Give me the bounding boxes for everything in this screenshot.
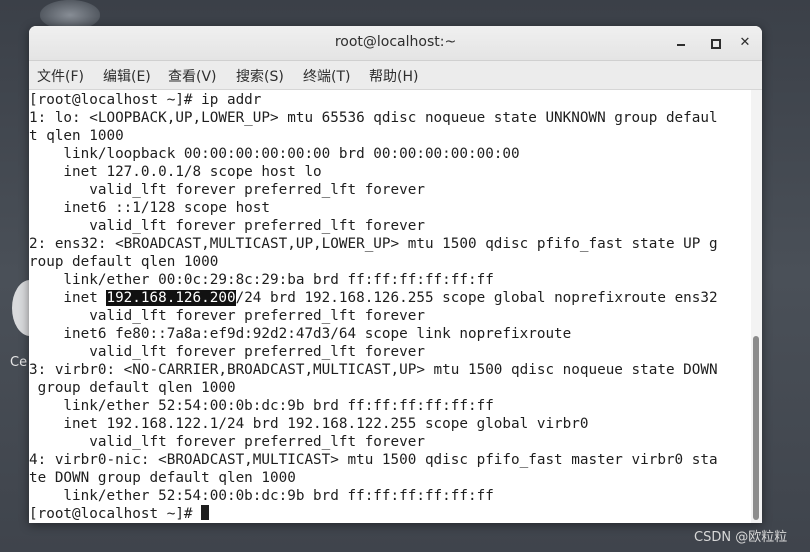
terminal-line: 1: lo: <LOOPBACK,UP,LOWER_UP> mtu 65536 … — [29, 110, 718, 126]
terminal-output[interactable]: [root@localhost ~]# ip addr 1: lo: <LOOPB… — [29, 90, 751, 523]
terminal-line: te DOWN group default qlen 1000 — [29, 470, 296, 486]
terminal-line: inet6 fe80::7a8a:ef9d:92d2:47d3/64 scope… — [29, 326, 572, 342]
terminal-line: group default qlen 1000 — [29, 380, 236, 396]
scrollbar-thumb[interactable] — [753, 336, 759, 520]
menu-view[interactable]: 查看(V) — [168, 66, 217, 86]
menu-terminal[interactable]: 终端(T) — [303, 66, 350, 86]
terminal-line: valid_lft forever preferred_lft forever — [29, 434, 425, 450]
terminal-line: link/loopback 00:00:00:00:00:00 brd 00:0… — [29, 146, 520, 162]
terminal-line: valid_lft forever preferred_lft forever — [29, 344, 425, 360]
terminal-line: link/ether 52:54:00:0b:dc:9b brd ff:ff:f… — [29, 398, 494, 414]
terminal-line: inet 192.168.122.1/24 brd 192.168.122.25… — [29, 416, 589, 432]
terminal-line: link/ether 52:54:00:0b:dc:9b brd ff:ff:f… — [29, 488, 494, 504]
vertical-scrollbar[interactable] — [751, 90, 762, 523]
terminal-line: inet6 ::1/128 scope host — [29, 200, 271, 216]
terminal-line: 4: virbr0-nic: <BROADCAST,MULTICAST> mtu… — [29, 452, 718, 468]
line-text: /24 brd 192.168.126.255 scope global nop… — [235, 290, 718, 306]
line-text: inet — [29, 290, 107, 306]
menu-help[interactable]: 帮助(H) — [369, 66, 418, 86]
terminal-line: [root@localhost ~]# — [29, 505, 210, 523]
terminal-line: 3: virbr0: <NO-CARRIER,BROADCAST,MULTICA… — [29, 362, 718, 378]
terminal-line: valid_lft forever preferred_lft forever — [29, 308, 425, 324]
terminal-line: inet 192.168.126.200/24 brd 192.168.126.… — [29, 289, 718, 307]
terminal-line: roup default qlen 1000 — [29, 254, 219, 270]
menu-search[interactable]: 搜索(S) — [236, 66, 284, 86]
terminal-line: link/ether 00:0c:29:8c:29:ba brd ff:ff:f… — [29, 272, 494, 288]
menu-file[interactable]: 文件(F) — [37, 66, 84, 86]
close-button[interactable]: ✕ — [737, 35, 753, 51]
watermark: CSDN @欧粒粒 — [694, 530, 788, 545]
window-title: root@localhost:~ — [334, 34, 457, 50]
terminal-line: [root@localhost ~]# ip addr — [29, 92, 262, 108]
terminal-line: inet 127.0.0.1/8 scope host lo — [29, 164, 322, 180]
text-cursor — [201, 505, 210, 520]
terminal-line: t qlen 1000 — [29, 128, 124, 144]
menu-edit[interactable]: 编辑(E) — [103, 66, 151, 86]
terminal-line: 2: ens32: <BROADCAST,MULTICAST,UP,LOWER_… — [29, 236, 718, 252]
maximize-button[interactable] — [707, 35, 723, 51]
terminal-line: valid_lft forever preferred_lft forever — [29, 218, 425, 234]
selected-text[interactable]: 192.168.126.200 — [106, 290, 236, 306]
terminal-line: valid_lft forever preferred_lft forever — [29, 182, 425, 198]
title-bar[interactable]: root@localhost:~ ✕ — [29, 26, 762, 61]
minimize-button[interactable] — [673, 35, 689, 51]
desktop-icon-label: Ce — [10, 355, 28, 370]
terminal-window: root@localhost:~ ✕ 文件(F) 编辑(E) 查看(V) 搜索(… — [29, 26, 762, 523]
menu-bar: 文件(F) 编辑(E) 查看(V) 搜索(S) 终端(T) 帮助(H) — [29, 61, 762, 90]
